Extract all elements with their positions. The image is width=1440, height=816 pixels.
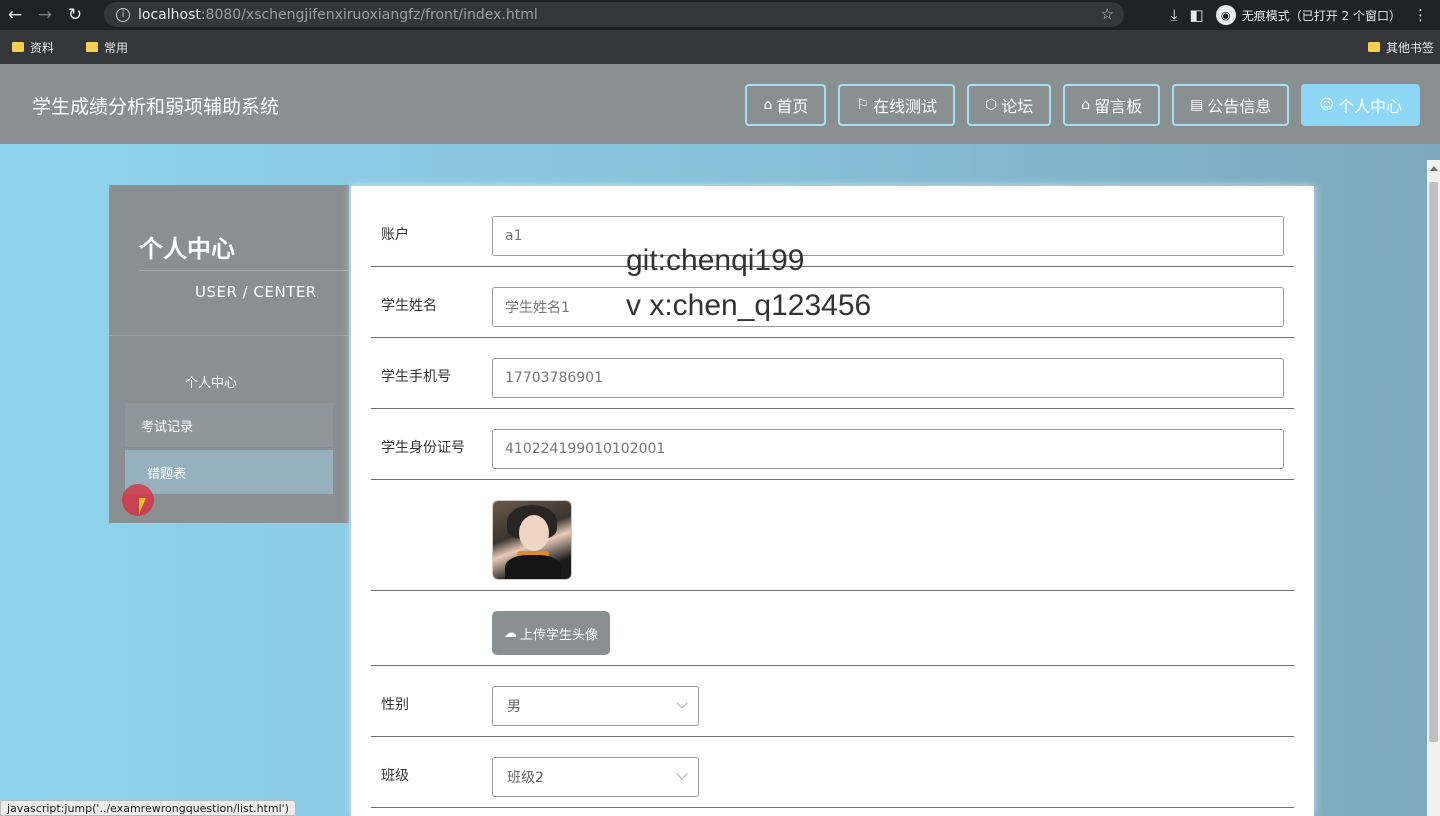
sidebar-divider: [139, 270, 349, 271]
nav-label: 留言板: [1094, 97, 1143, 116]
name-input[interactable]: 学生姓名1: [492, 287, 1284, 327]
nav-label: 个人中心: [1337, 97, 1402, 116]
sidebar-divider: [109, 335, 349, 336]
browser-toolbar: ← → ↻ i localhost:8080/xschengjifenxiruo…: [0, 0, 1440, 30]
bookmark-folder-changyong[interactable]: 常用: [86, 39, 128, 56]
idcard-input[interactable]: 410224199010102001: [492, 429, 1284, 469]
nav-message-board[interactable]: ⌂ 留言板: [1063, 84, 1161, 126]
upload-avatar-button[interactable]: ☁ 上传学生头像: [492, 611, 610, 655]
nav-label: 在线测试: [872, 97, 937, 116]
home-icon: ⌂: [763, 97, 773, 113]
scroll-up-icon[interactable]: [1430, 166, 1438, 171]
form-row-account: 账户 a1: [371, 196, 1294, 267]
form-row-avatar: [371, 480, 1294, 591]
bookmarks-bar: 资料 常用 其他书签: [0, 30, 1440, 64]
watermark-line-1: git:chenqi199: [626, 244, 805, 277]
folder-icon: [12, 42, 24, 52]
nav-online-test[interactable]: ⚐ 在线测试: [838, 84, 955, 126]
student-avatar: [492, 500, 572, 580]
download-icon[interactable]: ⤓: [1171, 6, 1178, 24]
sidebar-item-exam-records[interactable]: 考试记录: [125, 403, 333, 447]
app-header: 学生成绩分析和弱项辅助系统 ⌂ 首页 ⚐ 在线测试 ⬡ 论坛 ⌂ 留言板 ▤ 公告信息 ☺…: [0, 64, 1440, 144]
chevron-down-icon: [676, 768, 688, 780]
nav-label: 论坛: [1001, 97, 1034, 116]
class-select[interactable]: 班级2: [492, 757, 699, 797]
form-row-upload: ☁ 上传学生头像: [371, 591, 1294, 666]
reload-icon[interactable]: ↻: [60, 0, 90, 30]
sidebar-item-wrong-questions[interactable]: 错题表: [125, 450, 333, 494]
bookmark-label: 资料: [30, 40, 55, 55]
mouse-cursor-icon: [139, 498, 146, 514]
sidepanel-icon[interactable]: ◧: [1190, 6, 1204, 24]
scroll-thumb[interactable]: [1429, 182, 1438, 742]
cloud-upload-icon: ☁: [503, 625, 517, 641]
folder-icon: [86, 42, 99, 52]
other-bookmarks[interactable]: 其他书签: [1367, 30, 1434, 64]
cursor-highlight: [122, 484, 154, 516]
form-row-phone: 学生手机号 17703786901: [371, 338, 1294, 409]
gender-value: 男: [507, 699, 521, 715]
incognito-label: 无痕模式（已打开 2 个窗口）: [1241, 8, 1401, 23]
idcard-label: 学生身份证号: [381, 440, 465, 456]
watermark-line-2: v x:chen_q123456: [626, 289, 872, 322]
chevron-down-icon: [676, 697, 688, 709]
nav-label: 公告信息: [1207, 97, 1272, 116]
link-status-bar: javascript:jump('../examrewrongquestion/…: [0, 800, 296, 816]
url-host: localhost: [138, 6, 201, 23]
sidebar: 个人中心 USER / CENTER 个人中心 考试记录 错题表: [109, 185, 349, 523]
gender-select[interactable]: 男: [492, 686, 699, 726]
form-row-idcard: 学生身份证号 410224199010102001: [371, 409, 1294, 480]
phone-label: 学生手机号: [381, 369, 451, 385]
folder-icon: [1367, 42, 1380, 52]
page-scrollbar[interactable]: [1427, 160, 1440, 816]
browser-actions: ⤓ ◧ ◉ 无痕模式（已打开 2 个窗口） ⋮: [1171, 0, 1440, 30]
sidebar-title: 个人中心: [139, 235, 235, 263]
menu-icon[interactable]: ⋮: [1413, 6, 1428, 24]
other-bookmarks-label: 其他书签: [1385, 40, 1434, 55]
bookmark-star-icon[interactable]: ☆: [1101, 5, 1114, 23]
incognito-icon: ◉: [1215, 5, 1236, 25]
site-info-icon[interactable]: i: [116, 7, 130, 22]
document-icon: ▤: [1190, 97, 1204, 113]
nav-personal-center[interactable]: ☺ 个人中心: [1301, 84, 1420, 126]
class-label: 班级: [381, 768, 409, 784]
main-nav: ⌂ 首页 ⚐ 在线测试 ⬡ 论坛 ⌂ 留言板 ▤ 公告信息 ☺ 个人中心: [745, 84, 1420, 126]
avatar-body: [505, 555, 561, 579]
nav-label: 首页: [776, 97, 809, 116]
cube-icon: ⬡: [984, 97, 998, 113]
address-bar[interactable]: i localhost:8080/xschengjifenxiruoxiangf…: [104, 2, 1124, 27]
gender-label: 性别: [381, 697, 409, 713]
form-row-class: 班级 班级2: [371, 737, 1294, 808]
class-value: 班级2: [507, 770, 544, 786]
form-row-gender: 性别 男: [371, 666, 1294, 737]
phone-input[interactable]: 17703786901: [492, 358, 1284, 398]
sidebar-heading[interactable]: 个人中心: [185, 372, 237, 391]
account-input[interactable]: a1: [492, 216, 1284, 256]
url-path: :8080/xschengjifenxiruoxiangfz/front/ind…: [200, 6, 538, 23]
bookmark-label: 常用: [104, 40, 129, 55]
tag-icon: ⌂: [1081, 97, 1091, 113]
upload-button-label: 上传学生头像: [519, 627, 598, 643]
back-icon[interactable]: ←: [0, 0, 30, 30]
account-label: 账户: [381, 227, 409, 243]
name-label: 学生姓名: [381, 298, 437, 314]
avatar-face: [519, 515, 549, 551]
sidebar-subtitle: USER / CENTER: [195, 283, 317, 301]
app-title: 学生成绩分析和弱项辅助系统: [32, 96, 280, 118]
profile-form: 账户 a1 学生姓名 学生姓名1 学生手机号 17703786901 学生身份证…: [351, 186, 1314, 816]
incognito-indicator[interactable]: ◉ 无痕模式（已打开 2 个窗口）: [1215, 5, 1401, 25]
user-icon: ☺: [1319, 97, 1334, 113]
bookmark-folder-ziliao[interactable]: 资料: [12, 39, 54, 56]
nav-forum[interactable]: ⬡ 论坛: [966, 84, 1052, 126]
nav-announcements[interactable]: ▤ 公告信息: [1172, 84, 1290, 126]
flag-icon: ⚐: [856, 97, 869, 113]
nav-home[interactable]: ⌂ 首页: [745, 84, 827, 126]
forward-icon[interactable]: →: [30, 0, 60, 30]
